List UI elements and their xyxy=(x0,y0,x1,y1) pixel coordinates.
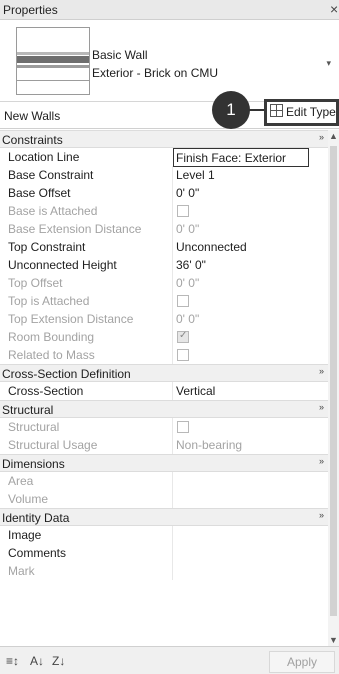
property-name: Volume xyxy=(8,492,49,506)
callout-badge: 1 xyxy=(212,91,250,129)
base-is-attached-checkbox xyxy=(177,205,189,217)
property-row-comments[interactable]: Comments xyxy=(0,544,328,562)
properties-title-bar: Properties × xyxy=(0,0,339,20)
location-line-field[interactable]: Finish Face: Exterior xyxy=(173,148,309,167)
property-row-top-extension: Top Extension Distance 0' 0" xyxy=(0,310,328,328)
category-identity-data[interactable]: Identity Data » xyxy=(0,508,328,526)
property-name: Area xyxy=(8,474,34,488)
instance-filter-dropdown[interactable]: New Walls xyxy=(4,109,60,123)
property-value[interactable]: Unconnected xyxy=(176,240,247,254)
property-value: 0' 0" xyxy=(176,312,200,326)
property-row-related-to-mass: Related to Mass xyxy=(0,346,328,364)
category-label: Constraints xyxy=(2,133,63,147)
property-name: Image xyxy=(8,528,42,542)
category-cross-section-definition[interactable]: Cross-Section Definition » xyxy=(0,364,328,382)
property-row-base-is-attached: Base is Attached xyxy=(0,202,328,220)
preview-band-base xyxy=(17,80,89,81)
category-structural[interactable]: Structural » xyxy=(0,400,328,418)
property-name: Top Extension Distance xyxy=(8,312,134,326)
scroll-down-icon[interactable]: ▼ xyxy=(329,635,338,645)
property-row-structural: Structural xyxy=(0,418,328,436)
property-row-location-line[interactable]: Location Line Finish Face: Exterior xyxy=(0,148,328,167)
property-row-structural-usage: Structural Usage Non-bearing xyxy=(0,436,328,454)
edit-type-button[interactable]: Edit Type xyxy=(264,99,339,126)
category-dimensions[interactable]: Dimensions » xyxy=(0,454,328,472)
property-row-base-constraint[interactable]: Base Constraint Level 1 xyxy=(0,166,328,184)
property-name: Structural Usage xyxy=(8,438,98,452)
scrollbar-thumb[interactable] xyxy=(330,146,337,616)
property-value: 0' 0" xyxy=(176,276,200,290)
wall-type-preview-image xyxy=(16,27,90,95)
category-constraints[interactable]: Constraints » xyxy=(0,130,328,148)
property-value[interactable]: 0' 0" xyxy=(176,186,199,200)
property-row-area: Area xyxy=(0,472,328,490)
vertical-scrollbar[interactable]: ▲ ▼ xyxy=(328,130,339,646)
property-name: Comments xyxy=(8,546,67,560)
close-icon[interactable]: × xyxy=(330,1,339,17)
property-row-top-is-attached: Top is Attached xyxy=(0,292,328,310)
property-row-image[interactable]: Image xyxy=(0,526,328,544)
property-value: Non-bearing xyxy=(176,438,243,452)
property-name: Base Extension Distance xyxy=(8,222,142,236)
sort-descending-icon[interactable]: Z↓ xyxy=(52,654,65,668)
property-name: Location Line xyxy=(8,150,80,164)
top-is-attached-checkbox xyxy=(177,295,189,307)
type-family-label: Basic Wall xyxy=(92,48,148,62)
property-row-top-constraint[interactable]: Top Constraint Unconnected xyxy=(0,238,328,256)
properties-grid: Constraints » Location Line Finish Face:… xyxy=(0,130,328,646)
property-name: Base Offset xyxy=(8,186,71,200)
property-row-top-offset: Top Offset 0' 0" xyxy=(0,274,328,292)
scroll-up-icon[interactable]: ▲ xyxy=(329,131,338,141)
sort-ascending-icon[interactable]: A↓ xyxy=(30,654,44,668)
property-name: Base is Attached xyxy=(8,204,98,218)
property-name: Structural xyxy=(8,420,60,434)
preview-band-bottom xyxy=(17,65,89,68)
property-name: Base Constraint xyxy=(8,168,94,182)
category-label: Structural xyxy=(2,403,54,417)
property-row-mark[interactable]: Mark xyxy=(0,562,328,580)
edit-type-label: Edit Type xyxy=(286,105,336,119)
collapse-icon[interactable]: » xyxy=(319,132,324,142)
property-name: Top Constraint xyxy=(8,240,86,254)
window-title: Properties xyxy=(3,3,58,17)
category-label: Identity Data xyxy=(2,511,70,525)
related-to-mass-checkbox xyxy=(177,349,189,361)
bottom-toolbar: ≡↕ A↓ Z↓ Apply xyxy=(0,646,339,674)
property-value[interactable]: Vertical xyxy=(176,384,215,398)
collapse-icon[interactable]: » xyxy=(319,366,324,376)
edit-type-icon xyxy=(270,104,283,117)
property-name: Top is Attached xyxy=(8,294,90,308)
property-row-unconnected-height[interactable]: Unconnected Height 36' 0" xyxy=(0,256,328,274)
property-row-room-bounding: Room Bounding xyxy=(0,328,328,346)
property-row-base-offset[interactable]: Base Offset 0' 0" xyxy=(0,184,328,202)
apply-button[interactable]: Apply xyxy=(269,651,335,673)
chevron-down-icon[interactable]: ▾ xyxy=(326,58,331,69)
type-selector[interactable]: Basic Wall Exterior - Brick on CMU ▾ xyxy=(0,20,339,102)
property-name: Unconnected Height xyxy=(8,258,117,272)
collapse-icon[interactable]: » xyxy=(319,402,324,412)
property-name: Mark xyxy=(8,564,35,578)
property-name: Top Offset xyxy=(8,276,63,290)
property-value: 0' 0" xyxy=(176,222,200,236)
property-value[interactable]: Level 1 xyxy=(176,168,215,182)
preview-band-core xyxy=(17,56,89,63)
property-name: Related to Mass xyxy=(8,348,95,362)
category-label: Cross-Section Definition xyxy=(2,367,131,381)
collapse-icon[interactable]: » xyxy=(319,456,324,466)
property-name: Room Bounding xyxy=(8,330,95,344)
property-row-volume: Volume xyxy=(0,490,328,508)
room-bounding-checkbox xyxy=(177,330,189,343)
type-name-label: Exterior - Brick on CMU xyxy=(92,66,219,80)
property-value[interactable]: 36' 0" xyxy=(176,258,206,272)
structural-checkbox xyxy=(177,421,189,433)
property-name: Cross-Section xyxy=(8,384,84,398)
property-row-base-extension: Base Extension Distance 0' 0" xyxy=(0,220,328,238)
preview-band-top xyxy=(17,52,89,55)
properties-list-icon[interactable]: ≡↕ xyxy=(6,654,19,668)
collapse-icon[interactable]: » xyxy=(319,510,324,520)
property-row-cross-section[interactable]: Cross-Section Vertical xyxy=(0,382,328,400)
category-label: Dimensions xyxy=(2,457,65,471)
